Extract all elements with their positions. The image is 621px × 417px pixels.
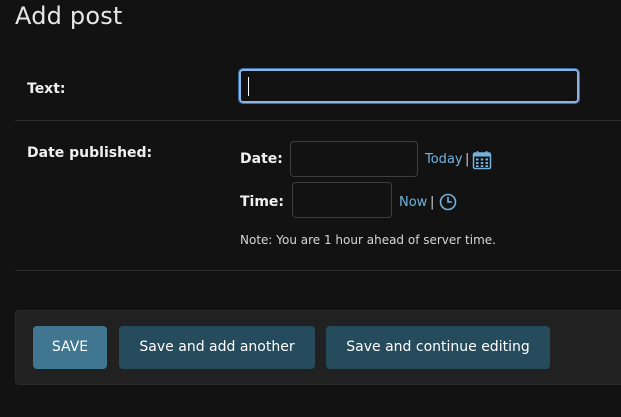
add-post-page: Add post Text: Date published: Date: Tod… [0, 0, 621, 417]
time-label: Time: [240, 194, 285, 210]
row-divider [15, 120, 621, 121]
now-link[interactable]: Now [399, 195, 427, 210]
submit-row: SAVE Save and add another Save and conti… [15, 310, 621, 385]
save-and-add-another-button[interactable]: Save and add another [119, 326, 315, 369]
calendar-icon[interactable] [472, 150, 492, 174]
date-label: Date: [240, 151, 283, 167]
date-published-label: Date published: [27, 145, 153, 161]
save-and-continue-editing-button[interactable]: Save and continue editing [326, 326, 550, 369]
timezone-note: Note: You are 1 hour ahead of server tim… [240, 233, 496, 247]
text-input[interactable] [238, 68, 580, 104]
page-title: Add post [15, 2, 123, 30]
row-divider [15, 270, 621, 271]
date-separator: | [465, 152, 470, 167]
today-link[interactable]: Today [425, 152, 463, 167]
time-separator: | [430, 195, 435, 210]
date-input[interactable] [290, 141, 418, 177]
clock-icon[interactable] [439, 193, 457, 215]
text-field-label: Text: [27, 81, 66, 97]
save-button[interactable]: SAVE [33, 326, 107, 369]
text-cursor [248, 77, 249, 96]
time-input[interactable] [292, 182, 392, 218]
